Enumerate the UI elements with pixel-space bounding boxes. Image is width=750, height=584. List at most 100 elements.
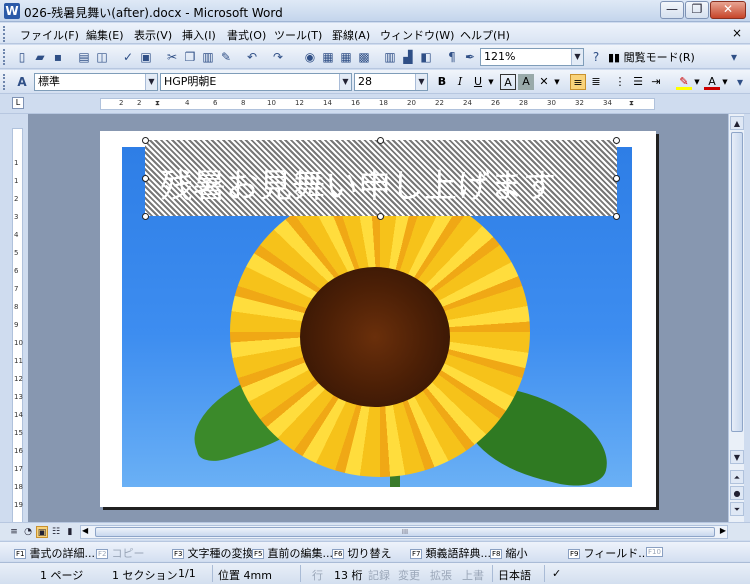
toolbar-options-icon[interactable]: ▾ xyxy=(728,49,740,65)
print-preview-icon[interactable]: ◫ xyxy=(94,49,110,65)
resize-handle[interactable] xyxy=(613,175,620,182)
status-page[interactable]: 1 ページ xyxy=(40,567,83,583)
character-border-button[interactable]: A xyxy=(500,74,516,90)
status-language[interactable]: 日本語 xyxy=(498,567,531,583)
headline-text[interactable]: 残暑お見舞い申し上げます xyxy=(160,159,556,207)
save-icon[interactable]: ▪ xyxy=(50,49,66,65)
status-position[interactable]: 位置 4mm xyxy=(218,567,272,583)
toolbar-options-icon[interactable]: ▾ xyxy=(734,74,746,90)
restore-button[interactable]: ❐ xyxy=(685,1,709,19)
horizontal-ruler[interactable]: 2 2 ⧗ 4 6 8 10 12 14 16 18 20 22 24 26 2… xyxy=(100,98,655,110)
spelling-icon[interactable]: ✓ xyxy=(120,49,136,65)
menu-window[interactable]: ウィンドウ(W) xyxy=(380,27,454,43)
scroll-left-icon[interactable]: ◀ xyxy=(82,526,88,535)
print-layout-icon[interactable]: ▣ xyxy=(36,526,48,538)
phonetic-guide-icon[interactable]: ✕ xyxy=(536,74,552,90)
fkey-f1[interactable]: F1 書式の詳細... xyxy=(14,545,95,561)
highlight-icon[interactable]: ✎ xyxy=(676,74,692,90)
show-hide-icon[interactable]: ¶ xyxy=(444,49,460,65)
vertical-scroll-thumb[interactable] xyxy=(731,132,743,432)
columns-icon[interactable]: ▥ xyxy=(382,49,398,65)
zoom-combobox[interactable]: 121% ▼ xyxy=(480,48,584,66)
tab-selector-icon[interactable]: L xyxy=(12,97,24,109)
chevron-down-icon[interactable]: ▼ xyxy=(339,74,351,90)
font-size-combobox[interactable]: 28 ▼ xyxy=(354,73,428,91)
fkey-f5[interactable]: F5 直前の編集... xyxy=(252,545,333,561)
tables-borders-icon[interactable]: ▦ xyxy=(320,49,336,65)
reading-mode-button[interactable]: ▮▮ 閲覧モード(R) xyxy=(608,49,695,65)
chevron-down-icon[interactable]: ▼ xyxy=(145,74,157,90)
minimize-button[interactable]: — xyxy=(660,1,684,19)
resize-handle[interactable] xyxy=(377,213,384,220)
underline-button[interactable]: U xyxy=(470,74,486,90)
resize-handle[interactable] xyxy=(142,137,149,144)
status-section[interactable]: 1 セクション xyxy=(112,567,178,583)
status-extend[interactable]: 拡張 xyxy=(430,567,452,583)
fkey-f6[interactable]: F6 切り替え xyxy=(332,545,391,561)
insert-excel-icon[interactable]: ▩ xyxy=(356,49,372,65)
horizontal-scroll-thumb[interactable]: III xyxy=(95,527,715,537)
hyperlink-icon[interactable]: ◉ xyxy=(302,49,318,65)
redo-icon[interactable]: ↷ xyxy=(270,49,286,65)
fkey-f8[interactable]: F8 縮小 xyxy=(490,545,527,561)
resize-handle[interactable] xyxy=(613,213,620,220)
print-icon[interactable]: ▤ xyxy=(76,49,92,65)
status-overtype[interactable]: 上書 xyxy=(462,567,484,583)
open-folder-icon[interactable]: ▰ xyxy=(32,49,48,65)
scroll-down-icon[interactable]: ▼ xyxy=(730,450,744,464)
chevron-down-icon[interactable]: ▼ xyxy=(720,74,730,90)
research-icon[interactable]: ▣ xyxy=(138,49,154,65)
horizontal-scrollbar[interactable]: ◀ III ▶ xyxy=(80,525,728,539)
help-icon[interactable]: ? xyxy=(588,49,604,65)
font-color-button[interactable]: A xyxy=(704,74,720,90)
styles-formatting-icon[interactable]: A xyxy=(14,74,30,90)
insert-table-icon[interactable]: ▦ xyxy=(338,49,354,65)
web-layout-icon[interactable]: ◔ xyxy=(22,526,34,538)
menu-view[interactable]: 表示(V) xyxy=(134,27,172,43)
bold-button[interactable]: B xyxy=(434,74,450,90)
format-painter-icon[interactable]: ✎ xyxy=(218,49,234,65)
toolbar-grip[interactable] xyxy=(3,74,6,90)
fkey-f3[interactable]: F3 文字種の変換 xyxy=(172,545,253,561)
status-record[interactable]: 記録 xyxy=(368,567,390,583)
browse-object-icon[interactable]: ● xyxy=(730,486,744,500)
title-bar[interactable]: W 026-残暑見舞い(after).docx - Microsoft Word… xyxy=(0,0,750,22)
menu-insert[interactable]: 挿入(I) xyxy=(182,27,216,43)
previous-page-icon[interactable]: ⏶ xyxy=(730,470,744,484)
new-document-icon[interactable]: ▯ xyxy=(14,49,30,65)
document-close-icon[interactable]: × xyxy=(732,26,742,40)
resize-handle[interactable] xyxy=(377,137,384,144)
menu-tools[interactable]: ツール(T) xyxy=(274,27,322,43)
spelling-status-icon[interactable]: ✓ xyxy=(552,567,561,580)
right-indent-marker[interactable]: ⧗ xyxy=(629,99,634,108)
paste-icon[interactable]: ▥ xyxy=(200,49,216,65)
copy-icon[interactable]: ❐ xyxy=(182,49,198,65)
align-left-icon[interactable]: ≡ xyxy=(570,74,586,90)
indent-icon[interactable]: ⇥ xyxy=(648,74,664,90)
resize-handle[interactable] xyxy=(613,137,620,144)
menu-help[interactable]: ヘルプ(H) xyxy=(460,27,510,43)
cut-icon[interactable]: ✂ xyxy=(164,49,180,65)
word-app-icon[interactable]: W xyxy=(4,3,20,19)
document-page[interactable]: 残暑お見舞い申し上げます xyxy=(100,131,656,507)
next-page-icon[interactable]: ⏷ xyxy=(730,502,744,516)
vertical-scrollbar[interactable]: ▲ ▼ ⏶ ● ⏷ xyxy=(728,114,744,522)
status-column[interactable]: 13 桁 xyxy=(334,567,363,583)
menu-grip[interactable] xyxy=(3,26,6,42)
resize-handle[interactable] xyxy=(142,175,149,182)
status-page-of[interactable]: 1/1 xyxy=(178,567,196,580)
document-map-icon[interactable]: ◧ xyxy=(418,49,434,65)
fkey-f9[interactable]: F9 フィールド... xyxy=(568,545,649,561)
reading-layout-icon[interactable]: ▮ xyxy=(64,526,76,538)
scroll-right-icon[interactable]: ▶ xyxy=(720,526,726,535)
style-combobox[interactable]: 標準 ▼ xyxy=(34,73,158,91)
scroll-up-icon[interactable]: ▲ xyxy=(730,116,744,130)
justify-icon[interactable]: ≣ xyxy=(588,74,604,90)
numbering-icon[interactable]: ⋮ xyxy=(612,74,628,90)
fkey-f7[interactable]: F7 類義語辞典... xyxy=(410,545,491,561)
document-area[interactable]: 残暑お見舞い申し上げます xyxy=(28,114,728,522)
menu-table[interactable]: 罫線(A) xyxy=(332,27,370,43)
resize-handle[interactable] xyxy=(142,213,149,220)
character-shading-button[interactable]: A xyxy=(518,74,534,90)
drawing-icon[interactable]: ▟ xyxy=(400,49,416,65)
